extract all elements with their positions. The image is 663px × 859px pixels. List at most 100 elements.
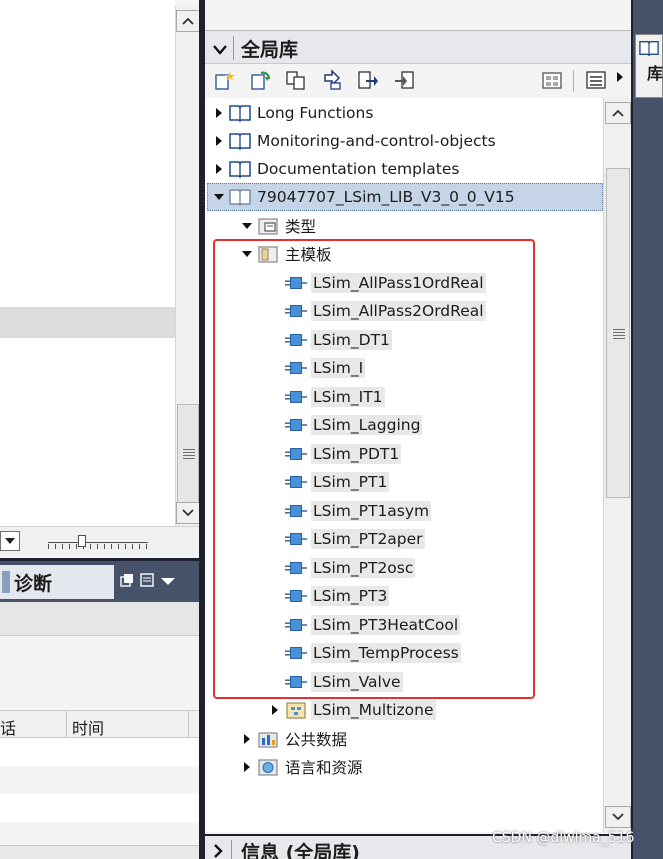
scroll-down-button[interactable] [605, 806, 631, 828]
tab-diagnostics[interactable]: 诊断 [0, 565, 114, 599]
collapse-chevron-icon[interactable] [213, 41, 227, 59]
library-vertical-scrollbar[interactable] [603, 98, 631, 832]
tree-node-label: 语言和资源 [285, 759, 363, 777]
tree-node-master-item[interactable]: LSim_DT1 [285, 326, 392, 354]
tree-node-master-item[interactable]: LSim_I [285, 354, 366, 382]
global-library-header[interactable]: 全局库 [205, 30, 631, 64]
editor-area-lower[interactable] [0, 338, 175, 526]
diagnostics-body: 话 时间 [0, 602, 202, 859]
tree-node-master-item[interactable]: LSim_PT3 [285, 582, 390, 610]
zoom-slider-track[interactable] [48, 542, 148, 543]
common-data-icon [257, 729, 279, 749]
tab-libraries[interactable]: 库 [635, 34, 663, 98]
editor-band [0, 308, 175, 338]
scroll-up-button[interactable] [605, 102, 631, 124]
expand-arrow-icon[interactable] [213, 107, 225, 119]
tree-node-library-selected[interactable]: 79047707_LSim_LIB_V3_0_0_V15 [207, 183, 603, 211]
chevron-down-icon[interactable] [160, 573, 176, 591]
expand-arrow-icon[interactable] [241, 733, 253, 745]
tree-node-label: LSim_PT2osc [311, 558, 416, 578]
scroll-up-button[interactable] [176, 10, 200, 32]
tree-node-master-item[interactable]: LSim_PDT1 [285, 440, 402, 468]
global-library-title: 全局库 [241, 39, 299, 61]
tree-node-label: LSim_PT2aper [311, 529, 425, 549]
scroll-down-button[interactable] [176, 502, 200, 524]
library-toolbar [205, 64, 631, 98]
library-book-icon [639, 39, 659, 61]
tree-node-master-item[interactable]: LSim_AllPass1OrdReal [285, 269, 486, 297]
column-header-time[interactable]: 时间 [72, 715, 104, 739]
tree-node-library[interactable]: Documentation templates [213, 155, 461, 183]
tree-node-label: 公共数据 [285, 731, 348, 749]
tab-diagnostics-label: 诊断 [14, 572, 53, 595]
tree-node-library[interactable]: Long Functions [213, 99, 375, 127]
diagnostics-subtabs [0, 602, 202, 636]
expand-arrow-icon[interactable] [213, 135, 225, 147]
import-icon[interactable] [393, 69, 415, 91]
tree-node-master-item[interactable]: LSim_PT1 [285, 468, 390, 496]
tree-node-master-item[interactable]: LSim_TempProcess [285, 639, 461, 667]
float-window-icon[interactable] [120, 573, 134, 591]
scroll-thumb[interactable] [177, 404, 199, 504]
expand-arrow-icon[interactable] [241, 761, 253, 773]
group-folder-icon [285, 700, 307, 720]
tree-node-common-data[interactable]: 公共数据 [241, 725, 349, 753]
zoom-dropdown[interactable] [0, 531, 20, 551]
watermark: CSDN @dlwlma_516 [492, 830, 635, 846]
copy-icon[interactable] [285, 69, 307, 91]
zoom-slider-handle[interactable] [78, 535, 86, 547]
list-icon[interactable] [140, 573, 154, 591]
tree-node-label: LSim_PT3 [311, 586, 390, 606]
tree-node-label: LSim_DT1 [311, 330, 392, 350]
tree-node-master-item[interactable]: LSim_PT2osc [285, 554, 416, 582]
tree-node-multizone-folder[interactable]: LSim_Multizone [269, 696, 436, 724]
scroll-thumb[interactable] [606, 168, 630, 498]
horizontal-scrollbar[interactable] [0, 845, 202, 859]
tree-node-label: Long Functions [257, 104, 374, 122]
collapse-arrow-icon[interactable] [241, 220, 253, 232]
expand-arrow-icon[interactable] [213, 844, 223, 859]
tree-node-types-folder[interactable]: 类型 [241, 212, 318, 240]
left-vertical-scrollbar[interactable] [175, 6, 200, 526]
chevron-down-icon [182, 509, 194, 517]
tree-node-master-item[interactable]: LSim_AllPass2OrdReal [285, 297, 486, 325]
function-block-icon [285, 586, 307, 606]
function-block-icon [285, 301, 307, 321]
tree-node-master-copies-folder[interactable]: 主模板 [241, 240, 334, 268]
collapse-arrow-icon[interactable] [213, 191, 225, 203]
tree-node-label: LSim_Lagging [311, 415, 423, 435]
tree-node-master-item[interactable]: LSim_Lagging [285, 411, 423, 439]
column-header-message[interactable]: 话 [0, 715, 16, 739]
editor-area[interactable] [0, 0, 175, 308]
function-block-icon [285, 558, 307, 578]
tree-node-master-item[interactable]: LSim_PT1asym [285, 497, 432, 525]
chevron-down-icon [612, 813, 624, 821]
caret-down-icon [5, 538, 15, 544]
tree-node-master-item[interactable]: LSim_Valve [285, 668, 403, 696]
expand-arrow-icon[interactable] [269, 704, 281, 716]
tree-node-library[interactable]: Monitoring-and-control-objects [213, 127, 498, 155]
function-block-icon [285, 501, 307, 521]
tree-node-master-item[interactable]: LSim_PT3HeatCool [285, 611, 461, 639]
tree-node-languages-resources[interactable]: 语言和资源 [241, 753, 365, 781]
collapse-arrow-icon[interactable] [241, 248, 253, 260]
tree-node-label: Documentation templates [257, 160, 460, 178]
tree-node-label: LSim_PT3HeatCool [311, 615, 461, 635]
toolbar-overflow-arrow-icon[interactable] [615, 69, 625, 91]
master-folder-icon [257, 244, 279, 264]
update-icon[interactable] [321, 69, 343, 91]
tree-node-label: 79047707_LSim_LIB_V3_0_0_V15 [257, 188, 515, 206]
open-library-icon[interactable] [249, 69, 271, 91]
library-view-icon[interactable] [541, 69, 563, 91]
tab-libraries-label: 库 [644, 65, 663, 81]
tree-node-master-item[interactable]: LSim_IT1 [285, 383, 385, 411]
expand-arrow-icon[interactable] [213, 163, 225, 175]
tree-node-master-item[interactable]: LSim_PT2aper [285, 525, 425, 553]
chevron-up-icon [182, 17, 194, 25]
function-block-icon [285, 358, 307, 378]
details-view-icon[interactable] [585, 69, 607, 91]
tree-node-label: LSim_PDT1 [311, 444, 402, 464]
export-icon[interactable] [357, 69, 379, 91]
new-library-icon[interactable] [213, 69, 235, 91]
task-card-tab-strip: 库 [631, 0, 663, 859]
